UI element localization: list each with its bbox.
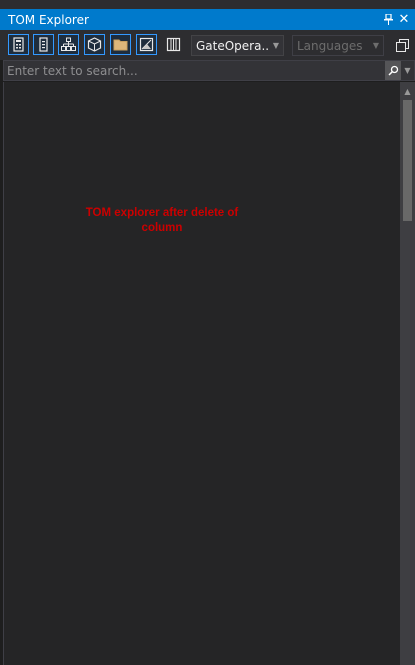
image-icon[interactable] [136, 34, 157, 55]
folder-icon[interactable] [110, 34, 131, 55]
search-icon[interactable] [385, 61, 401, 80]
search-input[interactable] [4, 61, 385, 80]
hierarchy-icon[interactable] [58, 34, 79, 55]
pin-icon[interactable] [380, 9, 396, 30]
model-dropdown[interactable]: GateOpera... ▼ [191, 35, 284, 56]
columns-icon[interactable] [163, 34, 184, 55]
panel-title: TOM Explorer [8, 12, 89, 27]
copy-icon[interactable] [393, 36, 411, 54]
panel-titlebar: TOM Explorer ✕ [0, 9, 415, 30]
tree-view[interactable]: TOM explorer after delete of column [3, 82, 400, 665]
cube-icon[interactable] [84, 34, 105, 55]
chevron-down-icon: ▼ [372, 41, 380, 50]
languages-dropdown[interactable]: Languages ▼ [292, 35, 384, 56]
annotation-text: TOM explorer after delete of column [85, 207, 239, 234]
search-bar: ▼ [3, 60, 415, 81]
close-icon[interactable]: ✕ [396, 9, 412, 30]
chevron-down-icon: ▼ [272, 41, 280, 50]
scroll-thumb[interactable] [403, 100, 412, 221]
scroll-up-arrow-icon[interactable]: ▲ [400, 86, 415, 96]
search-options-chevron-icon[interactable]: ▼ [401, 61, 414, 80]
top-strip [0, 0, 415, 9]
languages-dropdown-placeholder: Languages [297, 38, 363, 53]
device-icon[interactable] [33, 34, 54, 55]
toolbar: GateOpera... ▼ Languages ▼ [0, 30, 415, 60]
calculator-icon[interactable] [8, 34, 29, 55]
vertical-scrollbar[interactable]: ▲ [400, 82, 415, 665]
model-dropdown-value: GateOpera... [196, 38, 269, 53]
